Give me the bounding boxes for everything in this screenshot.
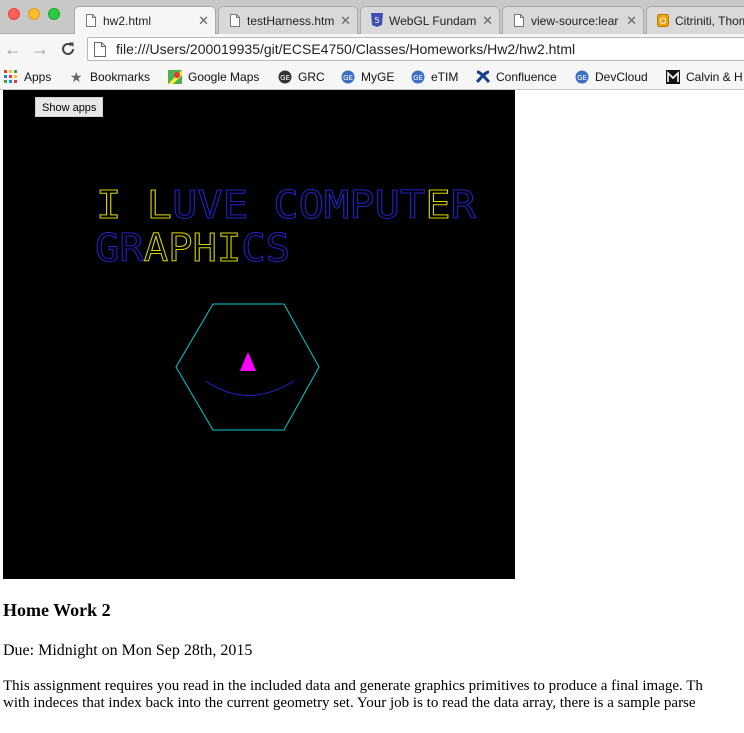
page-heading: Home Work 2 bbox=[3, 600, 111, 620]
svg-text:O: O bbox=[659, 17, 666, 27]
outlook-icon: O bbox=[657, 13, 669, 27]
canvas-text-line1-blue2: R bbox=[451, 183, 476, 227]
due-date: Due: Midnight on Mon Sep 28th, 2015 bbox=[3, 642, 253, 659]
ge-logo-icon: GE bbox=[411, 70, 425, 84]
bookmark-label: eTIM bbox=[431, 70, 459, 84]
browser-toolbar: ← → file:///Users/200019935/git/ECSE4750… bbox=[0, 34, 744, 64]
paragraph-line-1: This assignment requires you read in the… bbox=[3, 678, 703, 694]
canvas-drawing: I L UVE COMPUT ER GRAPHI CS bbox=[95, 183, 477, 431]
tab-webgl-fundamentals[interactable]: 5 WebGL Fundame ✕ bbox=[360, 6, 500, 34]
ge-logo-icon: GE bbox=[575, 70, 589, 84]
ge-logo-icon: GE bbox=[278, 70, 292, 84]
confluence-icon bbox=[475, 70, 491, 84]
back-arrow-icon[interactable]: ← bbox=[3, 39, 23, 59]
canvas-text-line2-blue2: CS bbox=[241, 226, 290, 270]
svg-text:I LUVE COMPUTER: I L UVE COMPUT ER bbox=[96, 183, 476, 227]
tab-view-source[interactable]: view-source:lear ✕ bbox=[502, 6, 644, 34]
ge-logo-icon: GE bbox=[341, 70, 355, 84]
bookmark-label: Calvin & H bbox=[686, 70, 743, 84]
tab-label: view-source:lear bbox=[531, 14, 619, 28]
bookmark-grc[interactable]: GE GRC bbox=[278, 69, 325, 85]
document-icon bbox=[85, 13, 97, 27]
svg-text:GE: GE bbox=[343, 74, 353, 82]
bookmark-apps[interactable]: Apps bbox=[4, 69, 51, 85]
reload-icon[interactable] bbox=[58, 39, 78, 59]
blue-smile-arc bbox=[205, 380, 295, 396]
tab-testharness[interactable]: testHarness.html ✕ bbox=[218, 6, 358, 34]
apps-grid-icon bbox=[4, 70, 18, 84]
html5-icon: 5 bbox=[371, 13, 383, 27]
tab-label: testHarness.html bbox=[247, 14, 335, 28]
bookmark-etim[interactable]: GE eTIM bbox=[411, 69, 458, 85]
zoom-window-button[interactable] bbox=[48, 8, 60, 20]
document-icon bbox=[513, 13, 525, 27]
svg-text:GE: GE bbox=[413, 74, 423, 82]
homework-content: Home Work 2 Due: Midnight on Mon Sep 28t… bbox=[3, 600, 744, 711]
bookmark-devcloud[interactable]: GE DevCloud bbox=[575, 69, 648, 85]
bookmarks-bar: Apps ★ Bookmarks Google Maps GE GRC GE M… bbox=[0, 64, 744, 90]
document-icon bbox=[229, 13, 241, 27]
url-text: file:///Users/200019935/git/ECSE4750/Cla… bbox=[116, 41, 576, 57]
close-tab-icon[interactable]: ✕ bbox=[482, 13, 493, 29]
svg-text:GRAPHICS: GRAPHI CS bbox=[95, 226, 290, 270]
canvas-text-line1-yellow2: E bbox=[425, 183, 450, 227]
svg-text:5: 5 bbox=[374, 16, 379, 25]
bookmark-label: Bookmarks bbox=[90, 70, 151, 84]
bookmark-myge[interactable]: GE MyGE bbox=[341, 69, 394, 85]
close-tab-icon[interactable]: ✕ bbox=[198, 13, 209, 29]
canvas-text-line2-blue: GR bbox=[95, 226, 144, 270]
minimize-window-button[interactable] bbox=[28, 8, 40, 20]
bookmark-label: GRC bbox=[298, 70, 325, 84]
close-tab-icon[interactable]: ✕ bbox=[626, 13, 637, 29]
forward-arrow-icon[interactable]: → bbox=[30, 39, 50, 59]
tab-outlook[interactable]: O Citriniti, Thom bbox=[646, 6, 744, 34]
bookmark-bookmarks[interactable]: ★ Bookmarks bbox=[70, 69, 150, 85]
bookmark-google-maps[interactable]: Google Maps bbox=[168, 69, 259, 85]
bookmark-label: MyGE bbox=[361, 70, 395, 84]
webgl-canvas[interactable]: Show apps I L UVE COMPUT ER GRAPHI CS bbox=[3, 90, 515, 579]
canvas-text-line1-yellow: I L bbox=[96, 183, 172, 227]
magenta-triangle-shape bbox=[240, 352, 256, 371]
canvas-text-line1-blue: UVE COMPUT bbox=[172, 183, 425, 227]
close-window-button[interactable] bbox=[8, 8, 20, 20]
bookmark-label: Confluence bbox=[496, 70, 557, 84]
star-icon: ★ bbox=[70, 69, 83, 85]
tab-hw2[interactable]: hw2.html ✕ bbox=[74, 6, 216, 35]
bookmark-label: Google Maps bbox=[188, 70, 260, 84]
assignment-paragraph: This assignment requires you read in the… bbox=[3, 678, 744, 712]
svg-text:GE: GE bbox=[280, 74, 290, 82]
tab-strip: hw2.html ✕ testHarness.html ✕ 5 WebGL Fu… bbox=[0, 0, 744, 35]
tab-label: hw2.html bbox=[103, 14, 152, 28]
paragraph-line-2: with indeces that index back into the cu… bbox=[3, 695, 696, 711]
page-icon bbox=[94, 42, 106, 62]
bookmark-confluence[interactable]: Confluence bbox=[475, 69, 557, 85]
bookmark-calvin[interactable]: Calvin & H bbox=[666, 69, 743, 85]
tab-label: Citriniti, Thom bbox=[675, 14, 744, 28]
svg-text:GE: GE bbox=[577, 74, 587, 82]
calvin-icon bbox=[666, 70, 680, 84]
address-bar[interactable]: file:///Users/200019935/git/ECSE4750/Cla… bbox=[87, 37, 744, 61]
bookmark-label: Apps bbox=[24, 70, 52, 84]
maps-icon bbox=[168, 70, 182, 84]
bookmark-label: DevCloud bbox=[595, 70, 648, 84]
close-tab-icon[interactable]: ✕ bbox=[340, 13, 351, 29]
canvas-text-line2-yellow: APHI bbox=[144, 226, 241, 270]
tab-label: WebGL Fundame bbox=[389, 14, 477, 28]
